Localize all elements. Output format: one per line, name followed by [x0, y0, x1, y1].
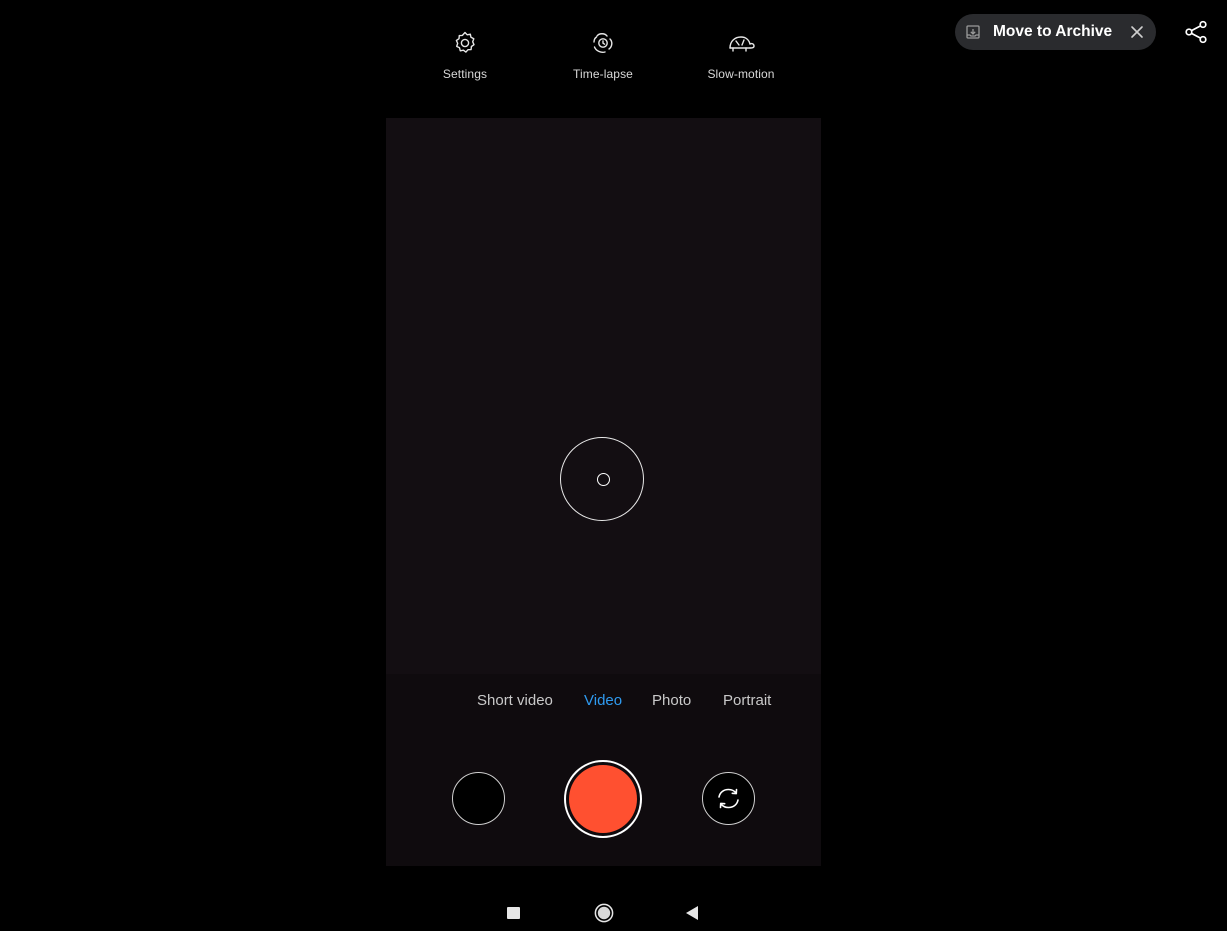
back-icon[interactable] [685, 905, 699, 921]
settings-button[interactable]: Settings [405, 28, 525, 81]
screen: Settings Time-lapse Slow-motion Move to … [0, 0, 1227, 931]
switch-camera-icon [718, 788, 739, 809]
mode-video[interactable]: Video [584, 692, 622, 709]
mode-photo[interactable]: Photo [652, 692, 691, 709]
focus-point [597, 473, 610, 486]
home-icon[interactable] [594, 903, 614, 923]
timelapse-label: Time-lapse [573, 67, 633, 81]
camera-controls: Short video Video Photo Portrait [386, 674, 821, 866]
mode-strip-fade [797, 692, 821, 714]
archive-icon [966, 25, 980, 39]
mode-selector: Short video Video Photo Portrait [386, 692, 821, 714]
move-to-archive-chip[interactable]: Move to Archive [955, 14, 1156, 50]
share-icon[interactable] [1184, 20, 1208, 44]
timelapse-button[interactable]: Time-lapse [543, 28, 663, 81]
gallery-thumbnail[interactable] [452, 772, 505, 825]
camera-viewfinder[interactable] [386, 118, 821, 674]
switch-camera-button[interactable] [702, 772, 755, 825]
record-button-fill [569, 765, 637, 833]
slowmotion-button[interactable]: Slow-motion [681, 28, 801, 81]
close-icon[interactable] [1130, 25, 1144, 39]
gear-icon [455, 31, 475, 53]
slowmotion-label: Slow-motion [707, 67, 775, 81]
mode-portrait[interactable]: Portrait [723, 692, 771, 709]
timelapse-icon [593, 33, 613, 53]
record-button[interactable] [564, 760, 642, 838]
turtle-icon [729, 36, 755, 52]
move-to-archive-label: Move to Archive [993, 23, 1113, 40]
recents-icon[interactable] [507, 907, 520, 919]
mode-short-video[interactable]: Short video [477, 692, 553, 709]
settings-label: Settings [442, 67, 488, 81]
